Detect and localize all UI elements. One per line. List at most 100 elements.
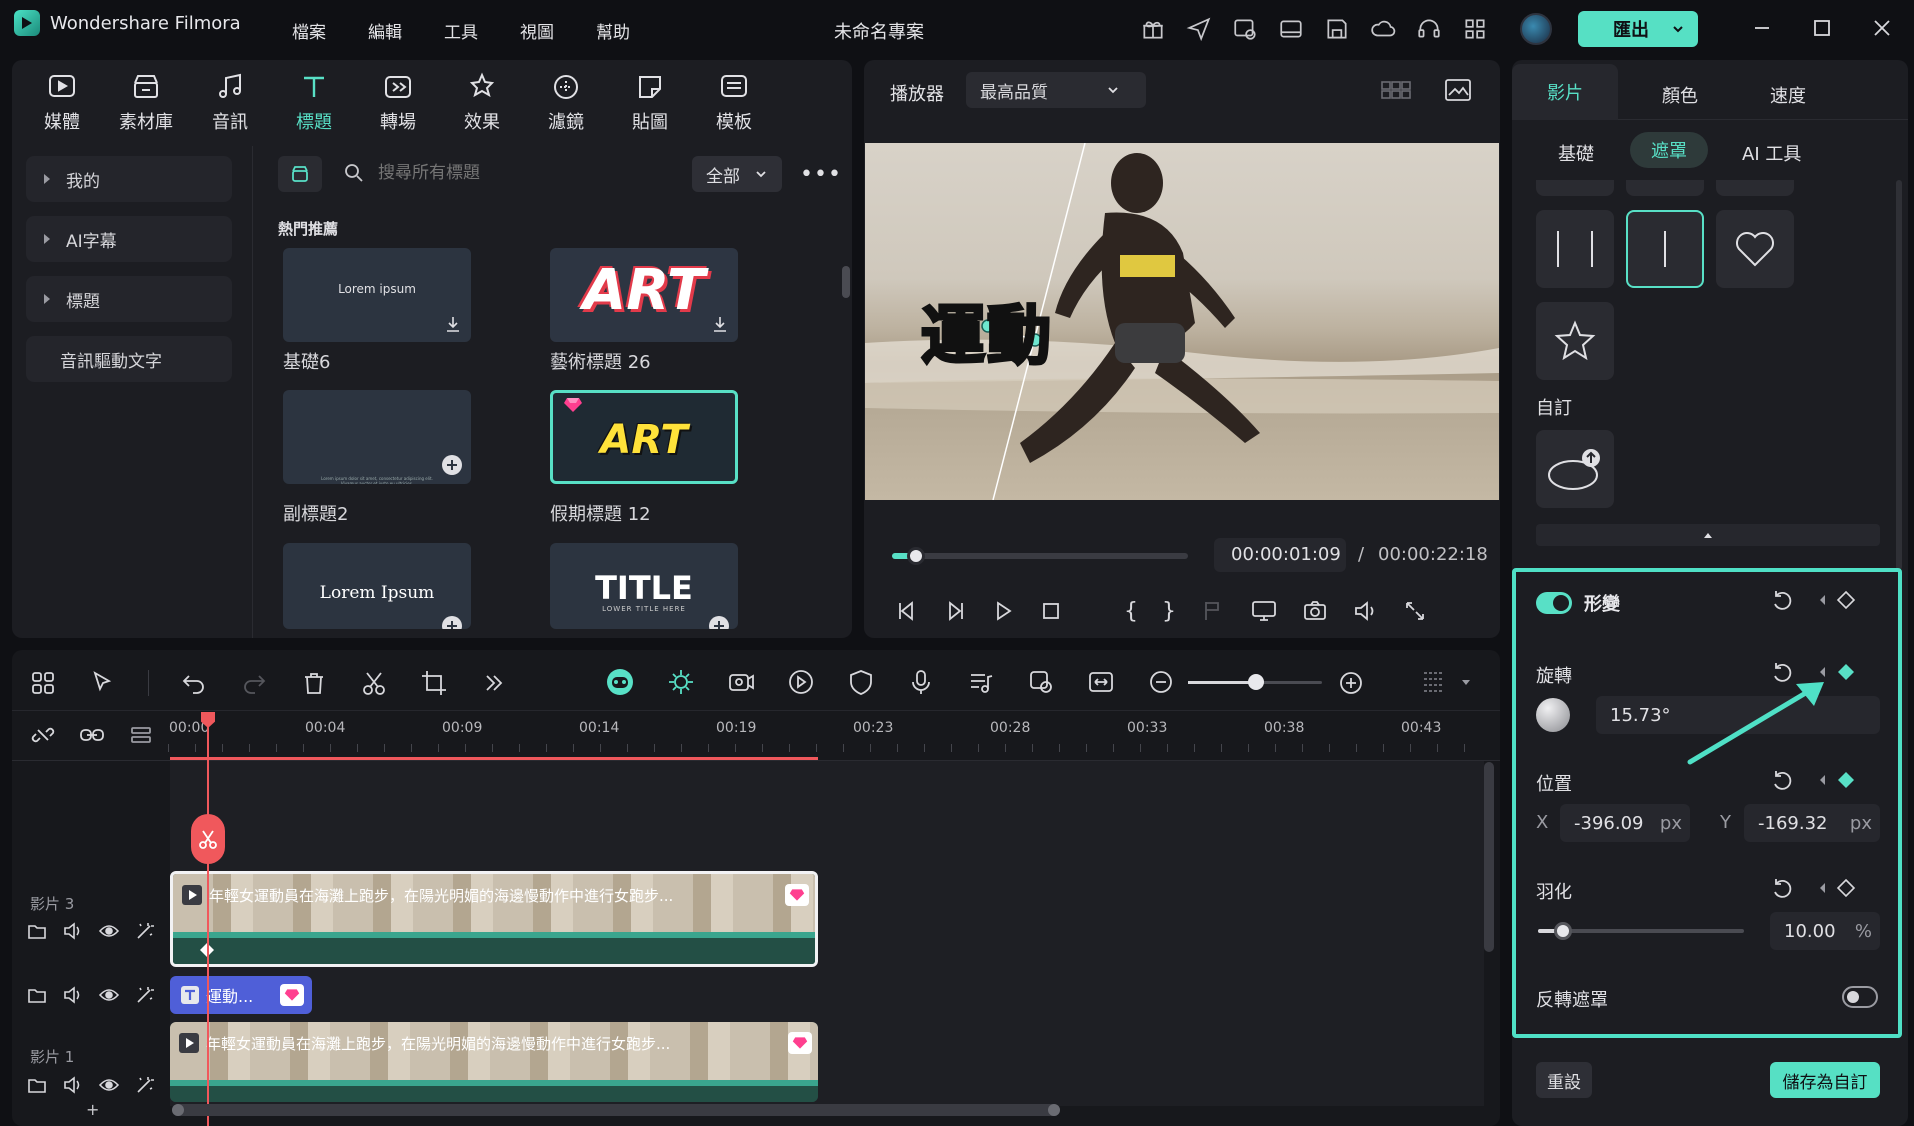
video-preview[interactable]: 運動: [865, 143, 1499, 500]
speed-ramp-icon[interactable]: [786, 667, 816, 697]
shield-icon[interactable]: [846, 667, 876, 697]
custom-mask-upload[interactable]: [1536, 430, 1614, 508]
title-thumb-holiday12[interactable]: ART: [550, 390, 738, 484]
library-scrollbar[interactable]: [842, 266, 850, 298]
speaker-icon[interactable]: [62, 920, 84, 942]
undo-icon[interactable]: [179, 668, 209, 698]
playback-progress[interactable]: [892, 547, 1188, 565]
transform-toggle[interactable]: [1536, 592, 1572, 614]
keyframe-diamond-icon[interactable]: [1836, 878, 1856, 898]
close-icon[interactable]: [1872, 18, 1892, 38]
timeline-ruler[interactable]: 00:00 00:04 00:09 00:14 00:19 00:23 00:2…: [168, 712, 1488, 758]
next-frame-icon[interactable]: [942, 598, 968, 624]
keyframe-prev-icon[interactable]: [1818, 594, 1826, 606]
feather-field[interactable]: 10.00 %: [1770, 912, 1880, 950]
auto-reframe-icon[interactable]: [1026, 667, 1056, 697]
add-icon[interactable]: [708, 615, 730, 629]
split-scissors-button[interactable]: [191, 814, 225, 864]
subtab-basic[interactable]: 基礎: [1558, 140, 1594, 166]
mark-in-icon[interactable]: {: [1124, 599, 1138, 624]
keyframe-active-icon[interactable]: [1836, 662, 1856, 682]
tab-color[interactable]: 顏色: [1662, 82, 1698, 108]
keyframe-prev-icon[interactable]: [1818, 774, 1826, 786]
title-thumb-subtitle2[interactable]: Lorem ipsum dolor sit amet, consectetur …: [283, 390, 471, 484]
position-y-field[interactable]: -169.32 px: [1744, 804, 1880, 842]
gift-icon[interactable]: [1140, 16, 1166, 42]
subtab-ai-tools[interactable]: AI 工具: [1742, 140, 1801, 166]
zoom-out-icon[interactable]: [1146, 667, 1176, 697]
library-home-button[interactable]: [278, 156, 322, 192]
eye-icon[interactable]: [98, 920, 120, 942]
collapse-bar[interactable]: [1536, 524, 1880, 546]
video-clip-track1[interactable]: 年輕女運動員在海灘上跑步，在陽光明媚的海邊慢動作中進行女跑步...: [170, 1022, 818, 1102]
quality-dropdown[interactable]: 最高品質: [966, 72, 1146, 108]
save-custom-button[interactable]: 儲存為自訂: [1770, 1062, 1880, 1098]
tab-video[interactable]: 影片: [1512, 64, 1618, 120]
marker-icon[interactable]: [1200, 598, 1226, 624]
more-tools-icon[interactable]: [479, 668, 509, 698]
avatar[interactable]: [1520, 13, 1552, 45]
folder-lock-icon[interactable]: [26, 984, 48, 1006]
menu-tools[interactable]: 工具: [444, 18, 478, 43]
track-height-icon[interactable]: [128, 722, 154, 748]
mask-shape-heart[interactable]: [1716, 210, 1794, 288]
select-cursor-icon[interactable]: [88, 668, 118, 698]
timeline-horizontal-scrollbar[interactable]: [172, 1104, 1060, 1116]
mask-shape-single-line[interactable]: [1626, 210, 1704, 288]
folder-lock-icon[interactable]: [26, 1074, 48, 1096]
overlay-title-text[interactable]: 運動: [920, 285, 1053, 377]
position-x-field[interactable]: -396.09 px: [1560, 804, 1690, 842]
keyframe-diamond-icon[interactable]: [1836, 590, 1856, 610]
zoom-slider-knob[interactable]: [1248, 674, 1264, 690]
tab-audio[interactable]: 音訊: [188, 70, 272, 134]
minimize-icon[interactable]: [1752, 18, 1772, 38]
play-icon[interactable]: [990, 598, 1016, 624]
reset-icon[interactable]: [1770, 768, 1796, 794]
timeline-vertical-scrollbar[interactable]: [1484, 762, 1494, 952]
menu-view[interactable]: 視圖: [520, 18, 554, 43]
save-icon[interactable]: [1324, 16, 1350, 42]
microphone-icon[interactable]: [906, 667, 936, 697]
record-screen-icon[interactable]: [726, 667, 756, 697]
ai-robot-icon[interactable]: [604, 666, 636, 698]
feather-slider[interactable]: [1538, 922, 1744, 940]
keyframe-active-icon[interactable]: [1836, 770, 1856, 790]
cloud-icon[interactable]: [1370, 16, 1396, 42]
volume-icon[interactable]: [1352, 598, 1378, 624]
previous-frame-icon[interactable]: [894, 598, 920, 624]
magic-wand-icon[interactable]: [134, 920, 156, 942]
tab-effects[interactable]: 效果: [440, 70, 524, 134]
invert-mask-toggle[interactable]: [1842, 986, 1878, 1008]
delete-icon[interactable]: [299, 668, 329, 698]
add-icon[interactable]: [441, 454, 463, 476]
mask-shape-top-2[interactable]: [1626, 180, 1704, 196]
sidebar-item-ai-captions[interactable]: AI字幕: [26, 216, 232, 262]
tab-speed[interactable]: 速度: [1770, 82, 1806, 108]
reset-icon[interactable]: [1770, 588, 1796, 614]
audio-mix-icon[interactable]: [966, 667, 996, 697]
sidebar-item-audio-text[interactable]: 音訊驅動文字: [26, 336, 232, 382]
snapshot-camera-icon[interactable]: [1302, 598, 1328, 624]
reset-button[interactable]: 重設: [1536, 1062, 1592, 1098]
chevron-down-icon[interactable]: [1460, 678, 1472, 688]
tab-media[interactable]: 媒體: [20, 70, 104, 134]
maximize-icon[interactable]: [1812, 18, 1832, 38]
sidebar-item-mine[interactable]: 我的: [26, 156, 232, 202]
panel-scrollbar[interactable]: [1896, 180, 1902, 570]
edit-box-icon[interactable]: [1232, 16, 1258, 42]
more-options-icon[interactable]: •••: [800, 162, 842, 187]
scissors-icon[interactable]: [359, 668, 389, 698]
add-track-icon[interactable]: +: [86, 1100, 99, 1119]
export-button[interactable]: 匯出: [1578, 11, 1698, 47]
stop-icon[interactable]: [1038, 598, 1064, 624]
tab-templates[interactable]: 模板: [692, 70, 776, 134]
sidebar-item-titles[interactable]: 標題: [26, 276, 232, 322]
zoom-in-icon[interactable]: [1336, 668, 1366, 698]
fullscreen-icon[interactable]: [1402, 598, 1428, 624]
reset-icon[interactable]: [1770, 876, 1796, 902]
rotation-dial[interactable]: [1536, 698, 1570, 732]
layout-grid-icon[interactable]: [28, 668, 58, 698]
filter-dropdown[interactable]: 全部: [692, 156, 782, 192]
magic-wand-icon[interactable]: [134, 1074, 156, 1096]
menu-file[interactable]: 檔案: [292, 18, 326, 43]
